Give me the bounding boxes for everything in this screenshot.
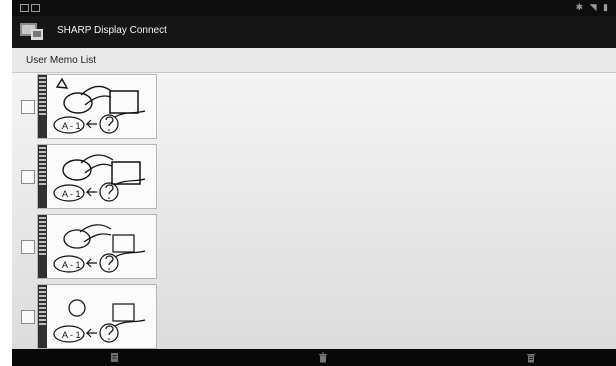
memo-list-item[interactable]: A - 1	[12, 143, 158, 211]
memo-thumbnail[interactable]: A - 1	[37, 284, 157, 349]
memo-list-area: User Memo List A - 1 A - 1 A - 1 A - 1	[12, 48, 616, 349]
memo-drawing: A - 1	[53, 77, 146, 134]
memo-drawing: A - 1	[53, 154, 146, 202]
memo-thumbnail-text: A - 1	[62, 330, 81, 340]
memo-checkbox[interactable]	[21, 100, 35, 114]
trash-icon[interactable]	[318, 352, 328, 363]
memo-list-item[interactable]: A - 1	[12, 213, 158, 281]
memo-checkbox[interactable]	[21, 170, 35, 184]
app-title: SHARP Display Connect	[57, 25, 167, 36]
memo-thumbnail[interactable]: A - 1	[37, 144, 157, 209]
device-screen: ✱ ◥ ▮ SHARP Display Connect User Memo Li…	[12, 0, 616, 366]
bottom-action-bar	[12, 349, 616, 366]
memo-checkbox[interactable]	[21, 240, 35, 254]
thumbnail-toolbar	[38, 215, 47, 278]
list-title: User Memo List	[26, 55, 97, 66]
status-icons: ✱ ◥ ▮	[575, 2, 610, 12]
memo-thumbnail-text: A - 1	[62, 260, 81, 270]
memo-thumbnail[interactable]: A - 1	[37, 74, 157, 139]
memo-drawing: A - 1	[53, 224, 146, 273]
memo-thumbnail-text: A - 1	[62, 121, 81, 131]
memo-icon[interactable]	[110, 352, 120, 363]
thumbnail-toolbar	[38, 75, 47, 138]
memo-thumbnail-text: A - 1	[62, 189, 81, 199]
delete-all-icon[interactable]	[526, 352, 536, 363]
screenshot-icon	[20, 4, 29, 12]
thumbnail-toolbar	[38, 285, 47, 348]
photo-icon	[31, 4, 40, 12]
memo-list-item[interactable]: A - 1	[12, 73, 158, 141]
memo-list-item[interactable]: A - 1	[12, 283, 158, 349]
app-bar: SHARP Display Connect	[12, 16, 616, 49]
list-header: User Memo List	[12, 48, 616, 73]
memo-checkbox[interactable]	[21, 310, 35, 324]
memo-drawing: A - 1	[53, 299, 146, 343]
status-bar: ✱ ◥ ▮	[12, 0, 616, 16]
sharp-display-connect-icon[interactable]	[20, 23, 44, 41]
thumbnail-toolbar	[38, 145, 47, 208]
memo-thumbnail[interactable]: A - 1	[37, 214, 157, 279]
